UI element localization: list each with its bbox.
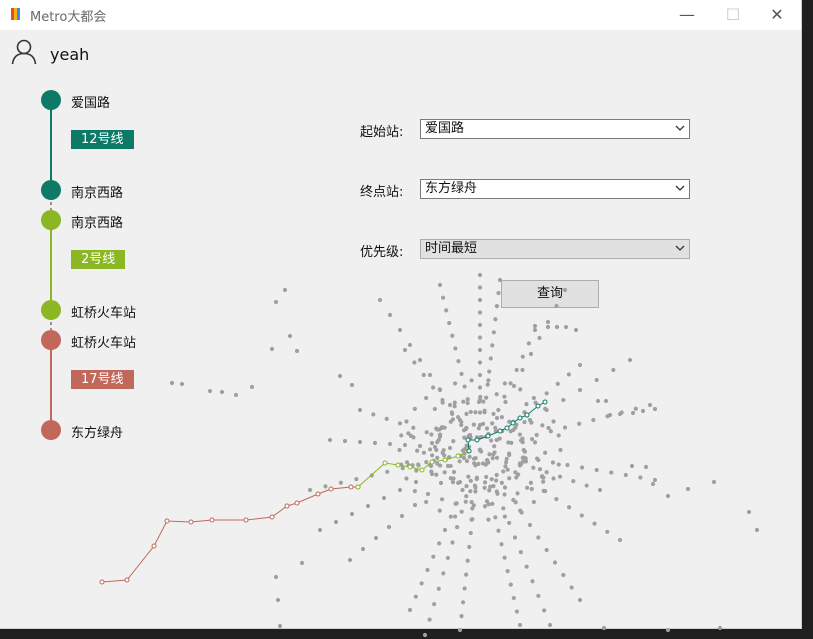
username: yeah xyxy=(50,45,90,64)
chevron-down-icon xyxy=(675,245,685,251)
chevron-down-icon xyxy=(675,185,685,191)
query-button[interactable]: 查询 xyxy=(501,280,599,308)
start-station-label: 起始站: xyxy=(360,125,404,140)
station-dot xyxy=(41,180,61,200)
end-station-label: 终点站: xyxy=(360,185,404,200)
minimize-button[interactable]: — xyxy=(664,0,710,30)
station-dot xyxy=(41,300,61,320)
line-badge-12: 12号线 xyxy=(71,130,134,149)
route-station-label: 东方绿舟 xyxy=(71,426,124,441)
map-station xyxy=(665,627,671,633)
station-dot xyxy=(41,90,61,110)
chevron-down-icon xyxy=(675,125,685,131)
end-station-select[interactable]: 东方绿舟 xyxy=(420,179,690,199)
app-logo-icon xyxy=(11,8,21,20)
route-station-label: 南京西路 xyxy=(71,186,124,201)
route-station-label: 虹桥火车站 xyxy=(71,336,137,351)
route-station-label: 虹桥火车站 xyxy=(71,306,137,321)
map-station xyxy=(422,632,428,638)
start-station-value: 爱国路 xyxy=(425,121,465,136)
priority-label: 优先级: xyxy=(360,245,404,260)
close-button[interactable]: ✕ xyxy=(754,0,800,30)
priority-select[interactable]: 时间最短 xyxy=(420,239,690,259)
start-station-select[interactable]: 爱国路 xyxy=(420,119,690,139)
route-station-label: 南京西路 xyxy=(71,216,124,231)
title-bar[interactable]: Metro大都会 — ☐ ✕ xyxy=(0,0,801,30)
end-station-value: 东方绿舟 xyxy=(425,181,478,196)
priority-value: 时间最短 xyxy=(425,241,478,256)
station-dot xyxy=(41,330,61,350)
maximize-button[interactable]: ☐ xyxy=(710,0,756,30)
map-station xyxy=(457,627,463,633)
station-dot xyxy=(41,420,61,440)
line-badge-17: 17号线 xyxy=(71,370,134,389)
route-station-label: 爱国路 xyxy=(71,96,111,111)
window-title: Metro大都会 xyxy=(30,10,107,25)
line-badge-2: 2号线 xyxy=(71,250,126,269)
app-window: Metro大都会 — ☐ ✕ yeah 爱国路 12号线 南京西路 南京西路 2… xyxy=(0,0,801,628)
user-icon[interactable] xyxy=(11,39,37,65)
station-dot xyxy=(41,210,61,230)
